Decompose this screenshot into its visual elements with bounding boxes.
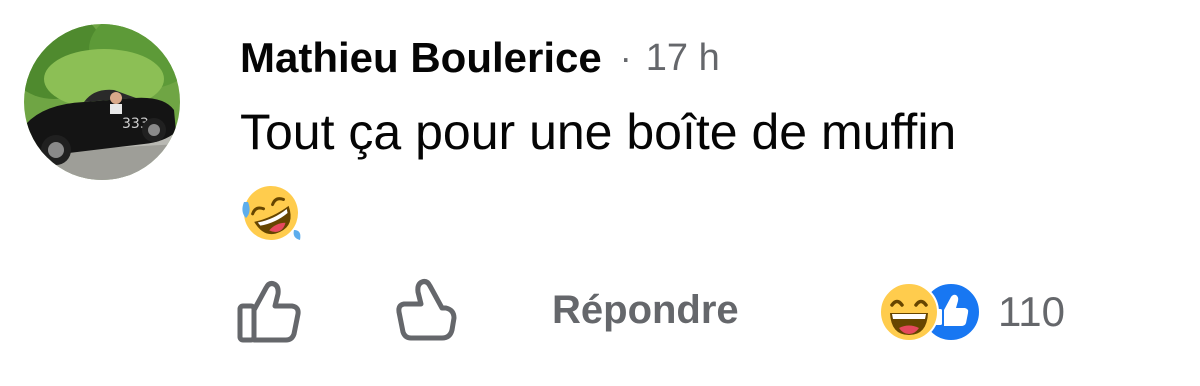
author-name[interactable]: Mathieu Boulerice	[240, 34, 602, 82]
thumbs-down-outline-icon	[396, 279, 457, 341]
separator-dot: ·	[619, 37, 632, 78]
comment: 333 Mathieu Boulerice · 17 h Tout ça pou…	[0, 0, 1200, 386]
dislike-button[interactable]	[394, 276, 464, 348]
comment-header: Mathieu Boulerice · 17 h	[240, 30, 720, 86]
reactions-summary[interactable]: 110	[878, 280, 1065, 344]
thumbs-up-outline-icon	[237, 281, 301, 343]
comment-text: Tout ça pour une boîte de muffin	[240, 104, 957, 160]
reaction-count: 110	[998, 288, 1065, 335]
like-button[interactable]	[232, 276, 306, 348]
avatar[interactable]: 333	[24, 24, 180, 180]
reply-button[interactable]: Répondre	[552, 288, 739, 333]
comment-actions: Répondre 110	[0, 270, 1200, 360]
timestamp[interactable]: 17 h	[646, 37, 720, 80]
rolling-on-the-floor-laughing-emoji	[240, 182, 302, 244]
avatar-image: 333	[24, 24, 180, 180]
haha-reaction-icon	[878, 281, 940, 343]
